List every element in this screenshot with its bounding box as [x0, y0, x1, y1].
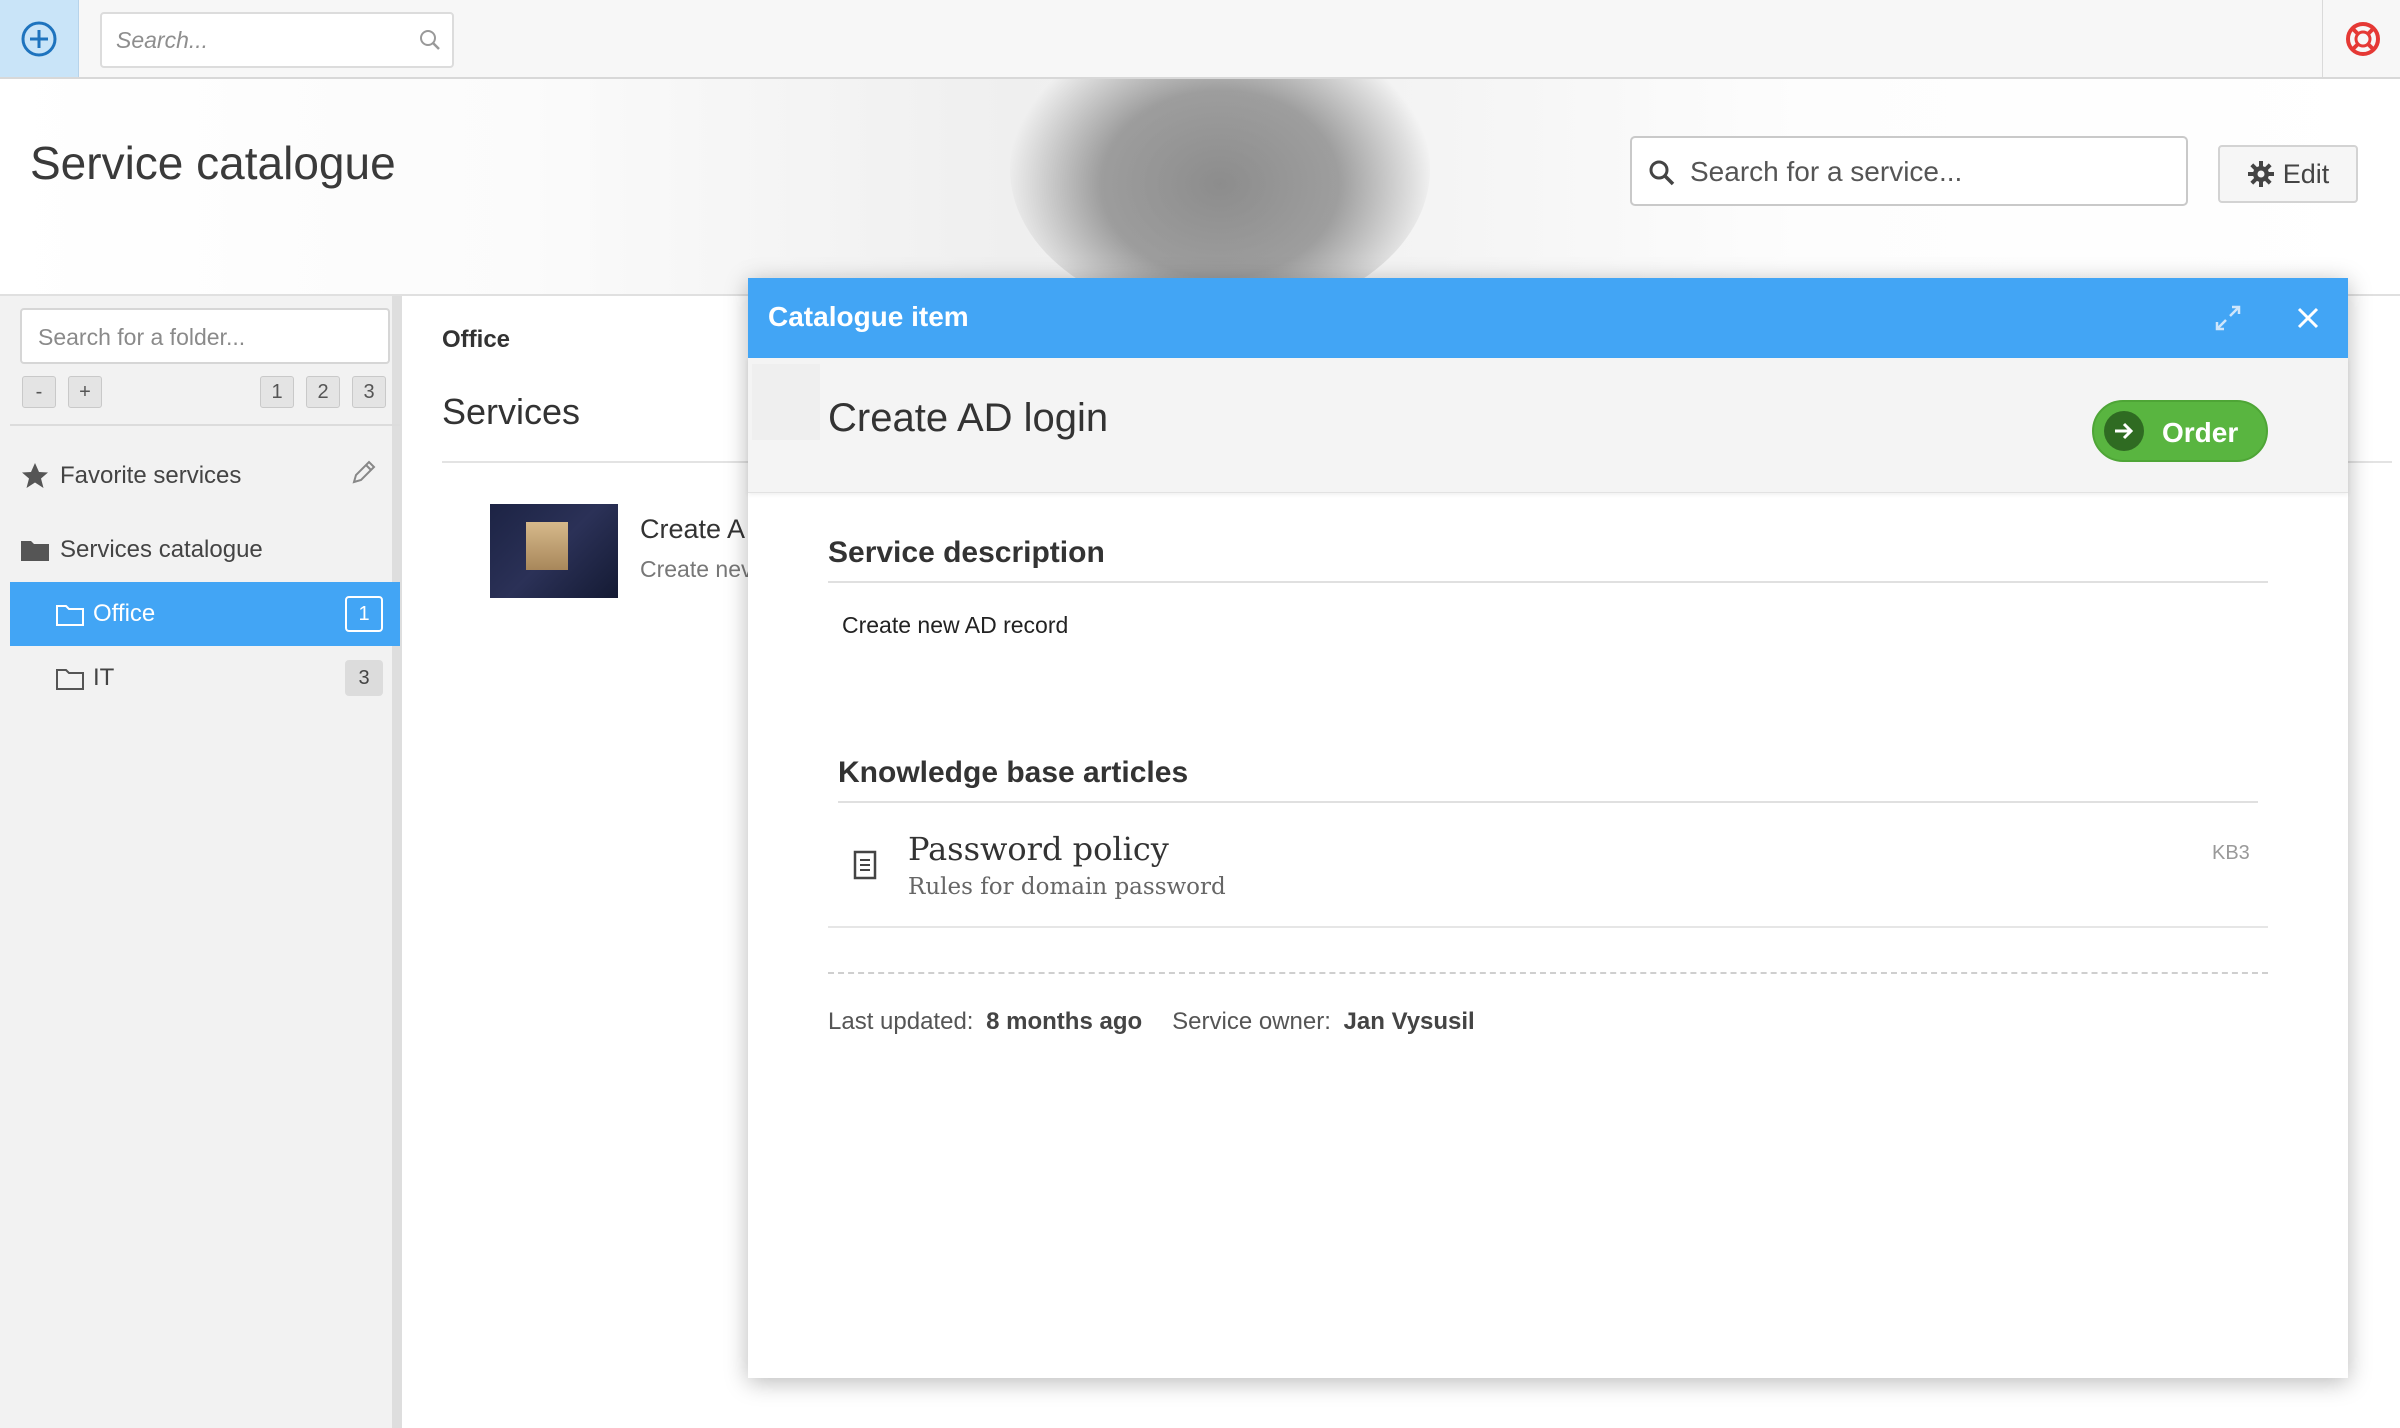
order-button-label: Order: [2162, 417, 2239, 448]
folder-search[interactable]: [20, 308, 390, 364]
sidebar-item-label: Office: [93, 600, 156, 627]
kb-article-title[interactable]: Password policy: [908, 830, 1169, 868]
service-owner: Service owner: Jan Vysusil: [1172, 1008, 1475, 1036]
lock-box-image: [526, 522, 568, 570]
services-catalogue-label: Services catalogue: [60, 536, 263, 563]
last-updated: Last updated: 8 months ago: [828, 1008, 1142, 1036]
lifebuoy-icon: [2346, 22, 2380, 56]
folder-count-badge: 1: [345, 596, 383, 632]
item-title-bar: Create AD login Order: [748, 358, 2348, 493]
services-catalogue-link[interactable]: Services catalogue: [20, 530, 263, 570]
knowledge-base-heading: Knowledge base articles: [838, 756, 1189, 789]
sidebar: - + 1 2 3 Favorite services Services cat…: [0, 296, 402, 1428]
close-icon[interactable]: [2294, 304, 2322, 332]
service-search[interactable]: [1630, 136, 2188, 206]
favorite-services-label: Favorite services: [60, 462, 242, 489]
compass-background-image: [1010, 79, 1430, 294]
global-search-input[interactable]: [114, 24, 404, 56]
breadcrumb: Office: [442, 326, 511, 353]
service-description-text: Create new AD record: [842, 612, 1069, 638]
service-owner-value: Jan Vysusil: [1343, 1008, 1475, 1035]
folder-search-input[interactable]: [36, 322, 376, 352]
document-icon: [853, 850, 877, 880]
folder-count-badge: 3: [345, 660, 383, 696]
modal-title: Catalogue item: [768, 301, 969, 332]
gear-icon: [2247, 161, 2274, 187]
service-owner-label: Service owner:: [1172, 1008, 1331, 1035]
level-3-button[interactable]: 3: [352, 376, 386, 408]
compass-ticks-decoration: [1080, 139, 1370, 209]
edit-button[interactable]: Edit: [2218, 145, 2358, 203]
collapse-all-button[interactable]: -: [22, 376, 56, 408]
arrow-right-circle-icon: [2104, 411, 2144, 451]
services-heading: Services: [442, 391, 581, 432]
expand-icon[interactable]: [2214, 304, 2242, 332]
header-banner: Service catalogue Edit: [0, 79, 2400, 296]
plus-circle-icon: [21, 21, 57, 57]
search-icon[interactable]: [418, 28, 442, 52]
service-card-description: Create nev: [640, 556, 753, 582]
pencil-icon[interactable]: [348, 458, 378, 488]
sidebar-item-label: IT: [93, 664, 115, 691]
service-description-heading: Service description: [828, 536, 1105, 569]
modal-header: Catalogue item: [748, 278, 2348, 358]
level-1-button[interactable]: 1: [260, 376, 294, 408]
item-title: Create AD login: [828, 396, 1109, 440]
edit-button-label: Edit: [2282, 158, 2330, 189]
sidebar-divider: [10, 424, 400, 426]
top-bar: [0, 0, 2400, 79]
service-search-input[interactable]: [1688, 154, 2168, 190]
catalogue-item-modal: Catalogue item Create AD login Order Ser…: [748, 278, 2348, 1378]
footer-dashed-divider: [828, 972, 2268, 974]
last-updated-value: 8 months ago: [986, 1008, 1143, 1035]
kb-article-code: KB3: [2212, 842, 2250, 864]
page-title: Service catalogue: [30, 137, 396, 189]
folder-filled-icon: [21, 541, 49, 561]
add-button[interactable]: [0, 0, 79, 77]
folder-icon: [56, 669, 84, 690]
item-meta: Last updated: 8 months ago Service owner…: [828, 1008, 1475, 1036]
sidebar-item-office[interactable]: Office 1: [10, 582, 400, 646]
level-2-button[interactable]: 2: [306, 376, 340, 408]
help-button[interactable]: [2322, 0, 2400, 77]
global-search[interactable]: [100, 12, 454, 68]
kb-article-subtitle: Rules for domain password: [908, 874, 1226, 900]
favorite-services-link[interactable]: Favorite services: [20, 456, 241, 496]
search-icon: [1649, 160, 1675, 186]
order-button[interactable]: Order: [2092, 400, 2268, 462]
expand-all-button[interactable]: +: [68, 376, 102, 408]
item-thumbnail: [752, 364, 820, 440]
description-divider: [828, 581, 2268, 583]
service-card-title[interactable]: Create A: [640, 514, 745, 545]
kb-divider: [838, 801, 2258, 803]
sidebar-item-it[interactable]: IT 3: [10, 646, 400, 710]
last-updated-label: Last updated:: [828, 1008, 974, 1035]
kb-article-divider: [828, 926, 2268, 928]
star-icon: [22, 463, 48, 488]
service-thumbnail[interactable]: [490, 504, 618, 598]
folder-icon: [56, 605, 84, 626]
